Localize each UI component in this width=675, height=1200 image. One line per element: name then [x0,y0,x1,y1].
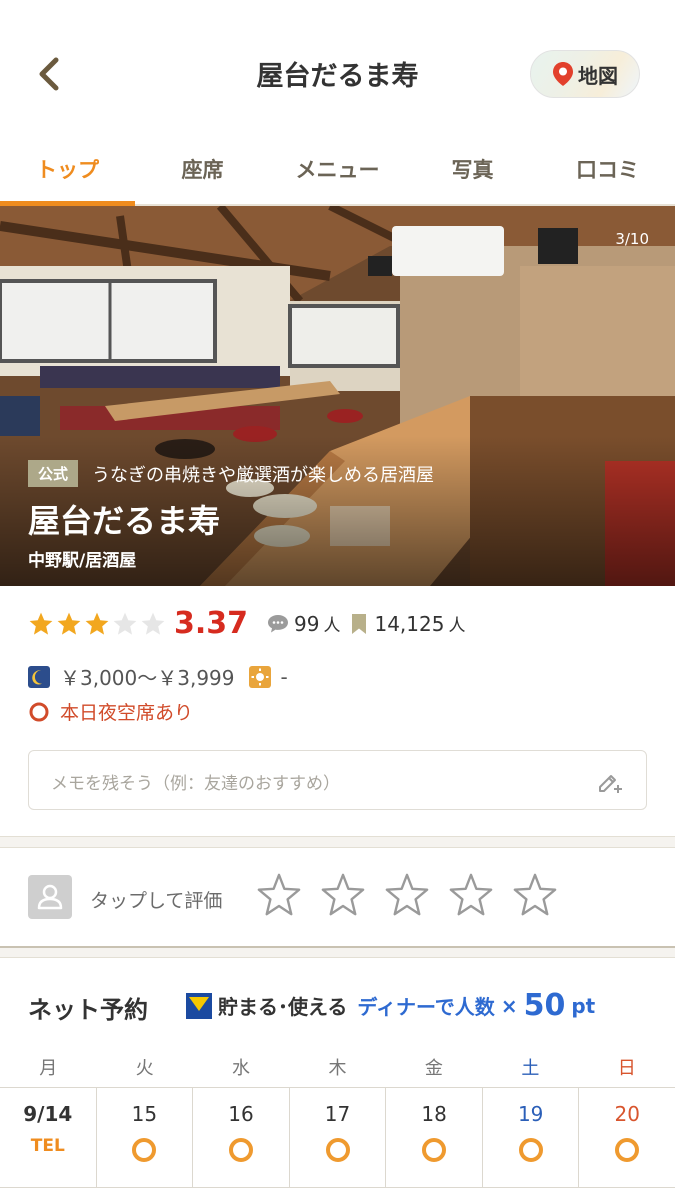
tpoint-promo: 貯まる･使える ディナーで人数 × 50 pt [185,988,596,1023]
promo-times: × [500,993,518,1018]
rating-score: 3.37 [174,606,249,641]
official-badge: 公式 [28,460,79,487]
day-number: 16 [228,1102,254,1126]
availability-text: 本日夜空席あり [60,702,194,724]
memo-input[interactable]: メモを残そう（例：友達のおすすめ） [28,750,647,810]
dinner-price: ￥3,000～￥3,999 [60,666,235,690]
tab-bar: トップ 座席 メニュー 写真 口コミ [0,140,675,206]
calendar-week: 9/14 TEL 15 16 17 18 19 20 [0,1088,675,1188]
review-count-value: 99 [294,611,320,636]
tab-top[interactable]: トップ [0,140,135,206]
star-filled-icon [29,612,53,635]
rate-stars [256,872,558,918]
available-circle-icon [615,1138,640,1162]
day-number: 20 [614,1102,640,1126]
weekday-thu: 木 [328,1058,347,1079]
section-divider [0,946,675,958]
rate-label: タップして評価 [90,890,223,912]
tab-photos[interactable]: 写真 [405,140,540,204]
rate-star-1-icon[interactable] [256,872,302,918]
promo-points: 50 [523,988,566,1023]
promo-dinner: ディナーで人数 [357,995,495,1019]
star-empty-icon [113,612,137,635]
map-pin-icon [553,62,573,86]
calendar-day[interactable]: 9/14 TEL [0,1088,97,1187]
net-reservation-title: ネット予約 [28,996,148,1024]
map-button-label: 地図 [578,63,618,88]
memo-placeholder: メモを残そう（例：友達のおすすめ） [51,774,340,794]
available-circle-icon [518,1138,543,1162]
calendar-day[interactable]: 16 [193,1088,290,1187]
rate-star-2-icon[interactable] [320,872,366,918]
edit-pen-icon[interactable] [596,767,624,795]
day-number: 9/14 [23,1102,73,1126]
day-number: 17 [324,1102,351,1126]
tap-to-rate: タップして評価 [0,848,675,946]
rating-row: 3.37 99 人 14,125 人 [28,606,475,641]
rate-star-3-icon[interactable] [384,872,430,918]
calendar-day[interactable]: 15 [97,1088,194,1187]
weekday-sun: 日 [617,1058,636,1079]
save-count-unit: 人 [448,616,466,636]
save-count-value: 14,125 [374,611,445,636]
weekday-mon: 月 [39,1058,58,1079]
weekday-fri: 金 [424,1058,443,1079]
restaurant-name: 屋台だるま寿 [28,502,221,540]
rate-star-4-icon[interactable] [448,872,494,918]
available-circle-icon [228,1138,253,1162]
promo-earn-use: 貯まる･使える [218,995,348,1019]
photo-counter: 3/10 [615,230,649,248]
calendar-day[interactable]: 20 [579,1088,675,1187]
catch-copy: うなぎの串焼きや厳選酒が楽しめる居酒屋 [92,464,435,486]
weekday-wed: 水 [232,1058,251,1079]
lunch-price: - [280,664,288,689]
circle-available-icon [29,702,49,721]
review-count-unit: 人 [323,616,341,636]
calendar-weekdays: 月 火 水 木 金 土 日 [0,1044,675,1088]
tpoint-logo-icon [185,991,213,1020]
availability-row: 本日夜空席あり [28,698,193,725]
moon-icon [28,665,50,688]
hero-tagline: 公式 うなぎの串焼きや厳選酒が楽しめる居酒屋 [28,460,434,487]
available-circle-icon [422,1138,447,1162]
tab-menu[interactable]: メニュー [270,140,405,204]
star-empty-icon [141,612,165,635]
save-count[interactable]: 14,125 人 [350,611,465,636]
rate-star-5-icon[interactable] [512,872,558,918]
weekday-tue: 火 [135,1058,154,1079]
area-genre: 中野駅/居酒屋 [28,551,137,571]
sun-icon [248,665,271,688]
calendar-day[interactable]: 18 [386,1088,483,1187]
day-number: 15 [131,1102,158,1126]
header: 屋台だるま寿 地図 [0,0,675,140]
user-icon [37,884,63,910]
weekday-sat: 土 [521,1058,540,1079]
calendar-day[interactable]: 17 [290,1088,387,1187]
available-circle-icon [325,1138,350,1162]
map-button[interactable]: 地図 [530,50,640,98]
day-status-tel: TEL [30,1136,65,1156]
hero-photo[interactable]: 3/10 公式 うなぎの串焼きや厳選酒が楽しめる居酒屋 屋台だるま寿 中野駅/居… [0,206,675,586]
day-number: 18 [421,1102,447,1126]
star-filled-icon [57,612,81,635]
tab-reviews[interactable]: 口コミ [540,140,675,204]
comment-icon [268,614,289,632]
promo-unit: pt [571,993,596,1018]
tab-seats[interactable]: 座席 [135,140,270,204]
reservation-calendar: 月 火 水 木 金 土 日 9/14 TEL 15 16 17 18 19 20 [0,1044,675,1188]
calendar-day[interactable]: 19 [483,1088,580,1187]
rating-stars [28,611,166,637]
day-number: 19 [517,1102,544,1126]
bookmark-icon [352,613,367,634]
section-divider [0,836,675,848]
avatar [28,875,72,919]
review-count[interactable]: 99 人 [266,611,340,636]
available-circle-icon [132,1138,157,1162]
star-filled-icon [85,612,109,635]
price-row: ￥3,000～￥3,999 - [28,662,288,691]
